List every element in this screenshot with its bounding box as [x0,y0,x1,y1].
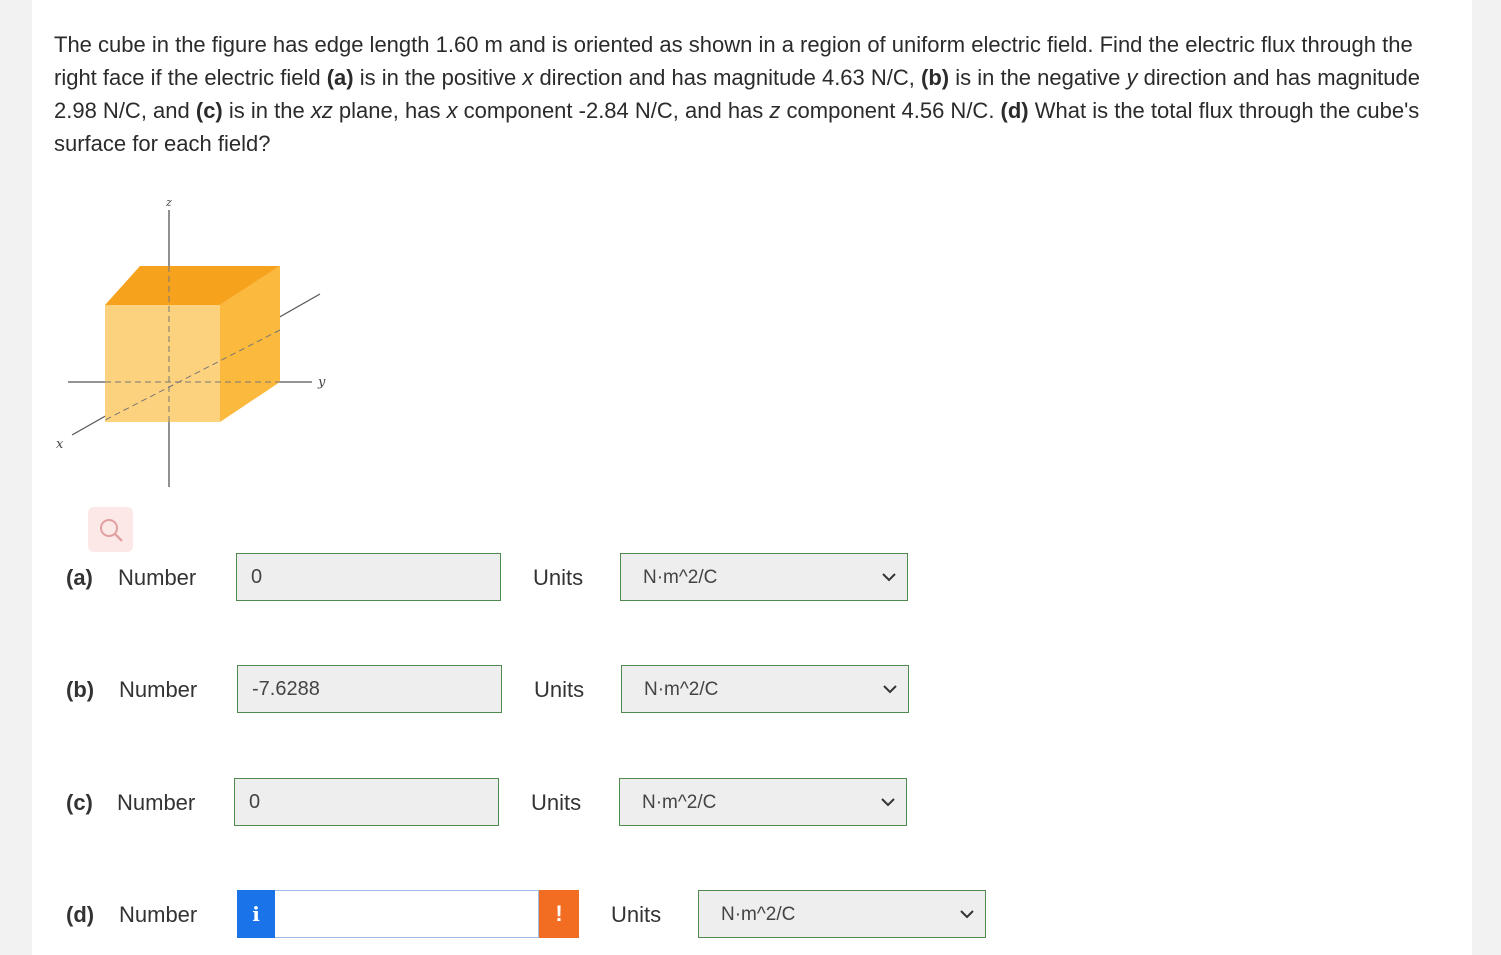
units-label-b: Units [534,677,585,702]
warning-icon[interactable]: ! [539,890,579,938]
chevron-down-icon [960,910,974,919]
part-label-a: (a) [66,565,93,590]
units-label-a: Units [533,565,584,590]
cube-front-face [105,305,220,422]
info-icon[interactable]: i [237,890,275,938]
axis-label-z: z [165,196,172,209]
chevron-down-icon [883,685,897,694]
magnifier-icon [99,518,123,542]
number-label-a: Number [118,565,197,590]
cube-figure: z y x [50,190,340,495]
units-value-d: N·m^2/C [721,904,796,925]
number-input-a[interactable] [236,553,501,601]
number-label-c: Number [117,790,196,815]
units-label-c: Units [531,790,582,815]
part-label-d: (d) [66,902,95,927]
question-text: The cube in the figure has edge length 1… [54,32,1420,156]
zoom-figure-button[interactable] [88,507,133,552]
units-select-a[interactable]: N·m^2/C [620,553,908,601]
units-value-a: N·m^2/C [643,567,718,588]
axis-label-x: x [56,437,64,452]
units-select-c[interactable]: N·m^2/C [619,778,907,826]
units-value-b: N·m^2/C [644,679,719,700]
number-input-b[interactable] [237,665,502,713]
chevron-down-icon [882,573,896,582]
number-label-d: Number [119,902,198,927]
number-input-c[interactable] [234,778,499,826]
units-select-d[interactable]: N·m^2/C [698,890,986,938]
part-label-b: (b) [66,677,95,702]
units-value-c: N·m^2/C [642,792,717,813]
units-select-b[interactable]: N·m^2/C [621,665,909,713]
units-label-d: Units [611,902,662,927]
number-label-b: Number [119,677,198,702]
number-input-d[interactable] [275,890,539,938]
axis-label-y: y [317,375,326,390]
chevron-down-icon [881,798,895,807]
part-label-c: (c) [66,790,93,815]
